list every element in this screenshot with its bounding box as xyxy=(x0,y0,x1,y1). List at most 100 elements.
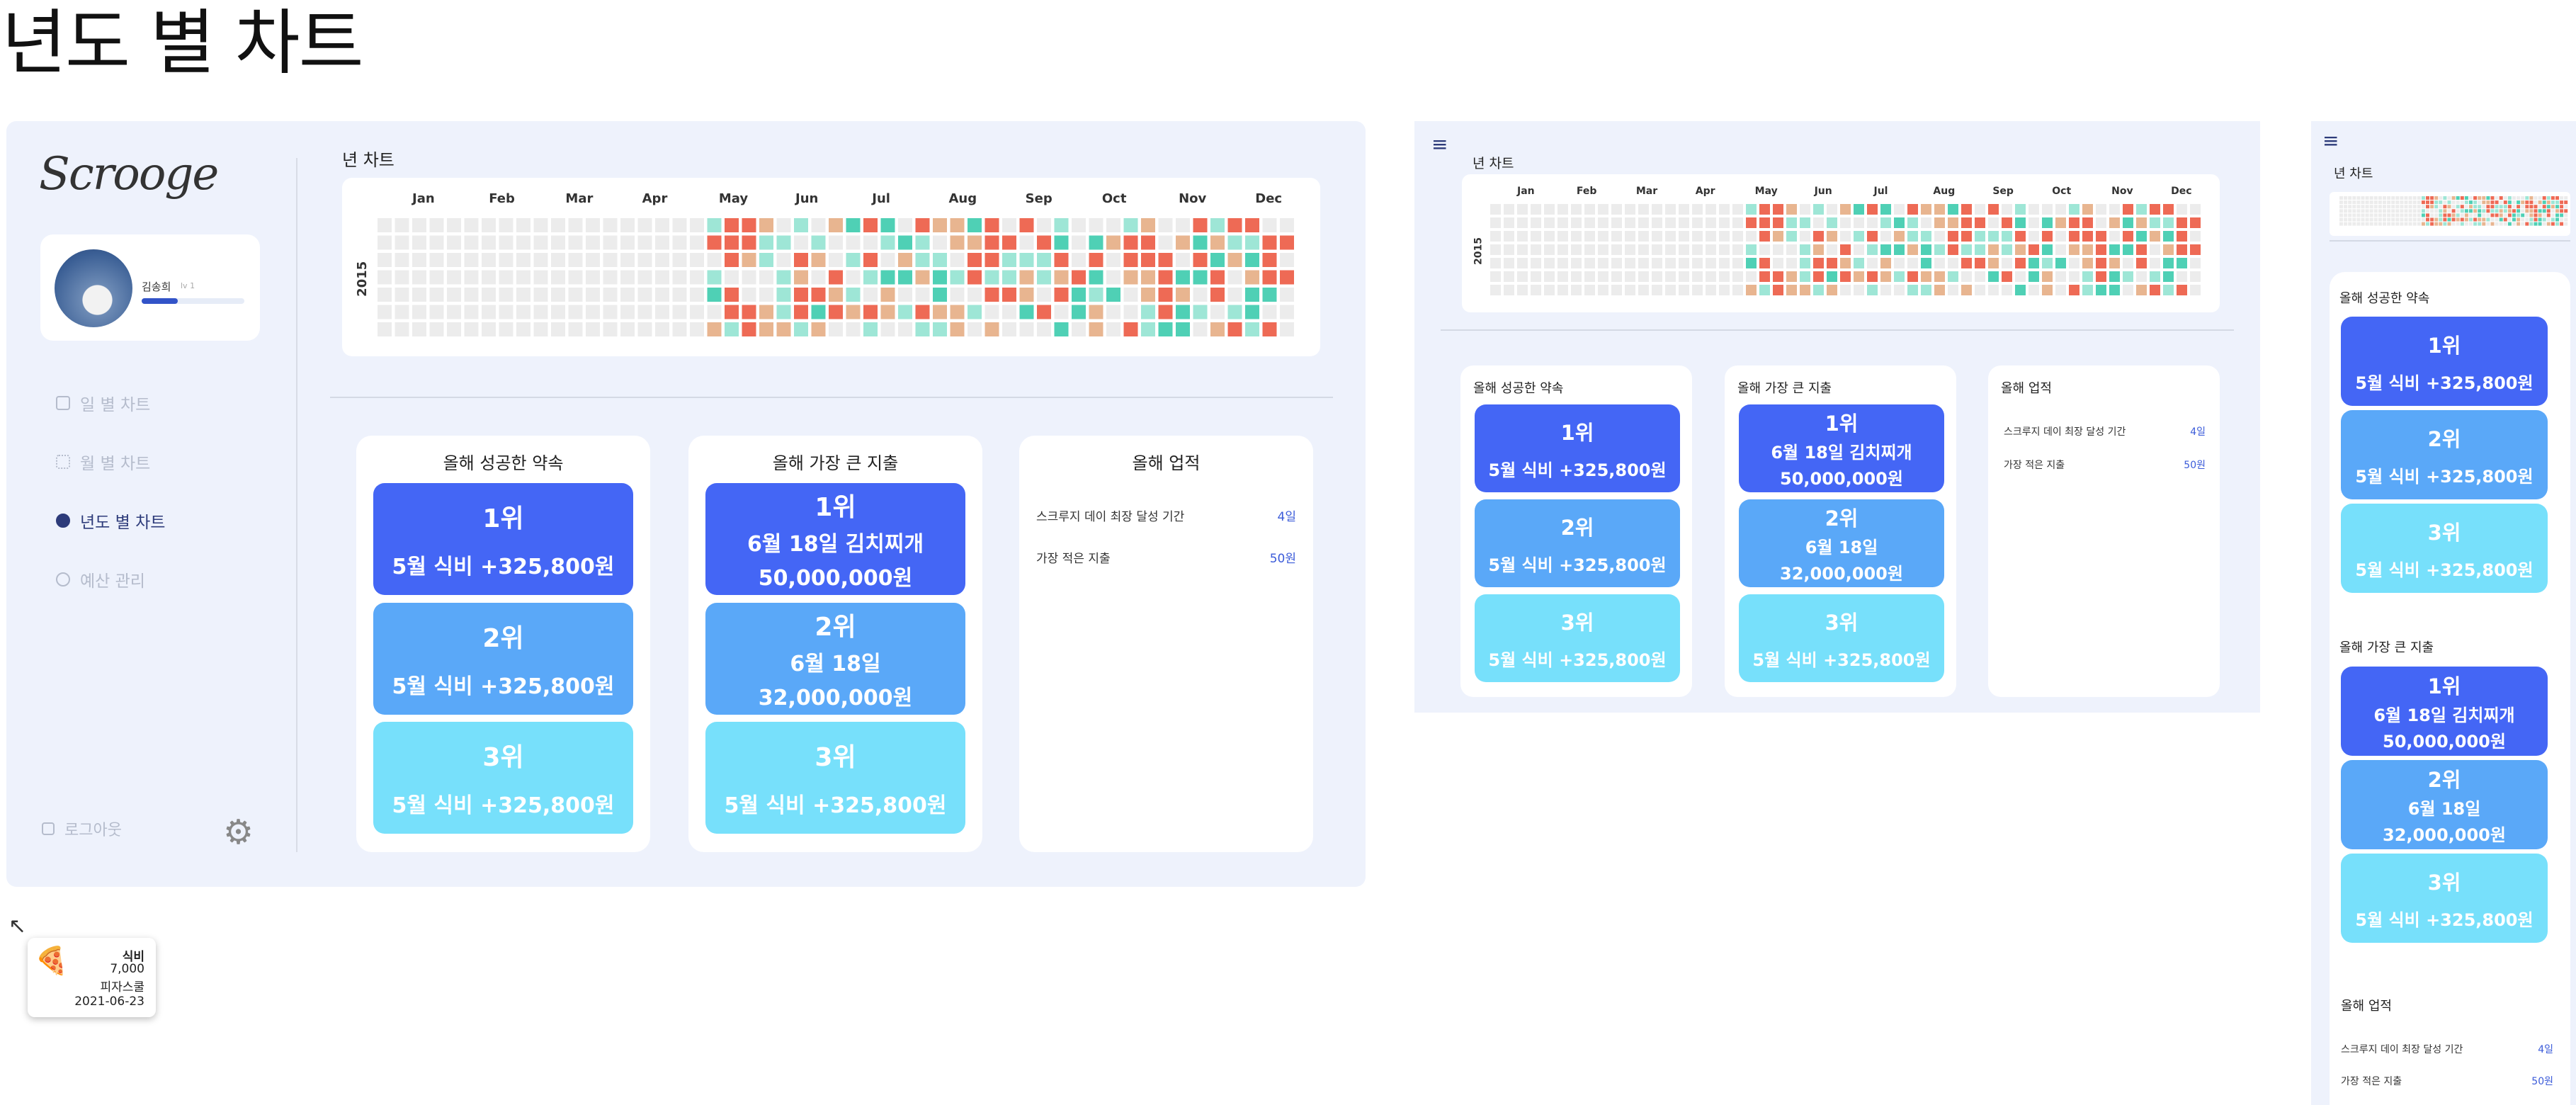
heatmap-cell[interactable] xyxy=(2383,209,2386,213)
heatmap-cell[interactable] xyxy=(1158,270,1173,285)
heatmap-cell[interactable] xyxy=(759,305,773,319)
heatmap-cell[interactable] xyxy=(1280,235,1294,250)
heatmap-cell[interactable] xyxy=(2352,213,2356,217)
heatmap-cell[interactable] xyxy=(1759,204,1770,215)
heatmap-cell[interactable] xyxy=(2512,213,2516,217)
heatmap-cell[interactable] xyxy=(2421,209,2425,213)
heatmap-cell[interactable] xyxy=(968,253,982,267)
heatmap-cell[interactable] xyxy=(2426,213,2429,217)
heatmap-cell[interactable] xyxy=(1961,244,1972,255)
heatmap-cell[interactable] xyxy=(863,235,878,250)
heatmap-cell[interactable] xyxy=(1262,305,1277,319)
heatmap-cell[interactable] xyxy=(846,305,861,319)
promise-rank-1[interactable]: 1위 5월 식비 +325,800원 xyxy=(373,483,633,595)
heatmap-cell[interactable] xyxy=(1679,271,1689,282)
heatmap-cell[interactable] xyxy=(1975,231,1985,242)
heatmap-cell[interactable] xyxy=(2150,231,2160,242)
heatmap-cell[interactable] xyxy=(2529,200,2534,205)
heatmap-cell[interactable] xyxy=(725,270,739,285)
heatmap-cell[interactable] xyxy=(2551,200,2555,205)
heatmap-cell[interactable] xyxy=(1227,305,1242,319)
heatmap-cell[interactable] xyxy=(2408,222,2412,226)
heatmap-cell[interactable] xyxy=(915,322,930,336)
heatmap-cell[interactable] xyxy=(586,218,600,232)
heatmap-cell[interactable] xyxy=(2404,200,2408,205)
heatmap-cell[interactable] xyxy=(429,218,444,232)
heatmap-cell[interactable] xyxy=(2495,222,2499,226)
heatmap-cell[interactable] xyxy=(1531,271,1541,282)
heatmap-cell[interactable] xyxy=(933,305,947,319)
heatmap-cell[interactable] xyxy=(1158,235,1173,250)
heatmap-cell[interactable] xyxy=(1089,270,1103,285)
heatmap-cell[interactable] xyxy=(1827,271,1837,282)
heatmap-cell[interactable] xyxy=(1921,231,1931,242)
heatmap-cell[interactable] xyxy=(1571,204,1582,215)
heatmap-cell[interactable] xyxy=(1732,231,1743,242)
heatmap-cell[interactable] xyxy=(1054,288,1069,302)
heatmap-cell[interactable] xyxy=(1227,253,1242,267)
heatmap-cell[interactable] xyxy=(707,288,722,302)
heatmap-cell[interactable] xyxy=(2369,213,2373,217)
heatmap-cell[interactable] xyxy=(2163,258,2174,268)
heatmap-cell[interactable] xyxy=(620,270,635,285)
heatmap-cell[interactable] xyxy=(794,270,808,285)
heatmap-cell[interactable] xyxy=(1531,231,1541,242)
heatmap-cell[interactable] xyxy=(1948,231,1958,242)
heatmap-cell[interactable] xyxy=(1054,270,1069,285)
heatmap-cell[interactable] xyxy=(2378,196,2382,200)
heatmap-cell[interactable] xyxy=(2344,222,2348,226)
heatmap-cell[interactable] xyxy=(378,288,392,302)
heatmap-cell[interactable] xyxy=(2082,285,2093,295)
heatmap-cell[interactable] xyxy=(1158,288,1173,302)
heatmap-cell[interactable] xyxy=(2482,200,2486,205)
heatmap-cell[interactable] xyxy=(2551,196,2555,200)
heatmap-cell[interactable] xyxy=(1490,271,1501,282)
heatmap-cell[interactable] xyxy=(1072,305,1086,319)
heatmap-cell[interactable] xyxy=(2408,196,2412,200)
heatmap-cell[interactable] xyxy=(2529,196,2534,200)
heatmap-cell[interactable] xyxy=(933,253,947,267)
heatmap-cell[interactable] xyxy=(2473,205,2478,209)
heatmap-cell[interactable] xyxy=(2400,213,2404,217)
heatmap-cell[interactable] xyxy=(2447,196,2451,200)
heatmap-cell[interactable] xyxy=(447,305,461,319)
heatmap-cell[interactable] xyxy=(2542,196,2546,200)
heatmap-cell[interactable] xyxy=(2373,213,2378,217)
heatmap-cell[interactable] xyxy=(2069,204,2079,215)
heatmap-cell[interactable] xyxy=(395,253,409,267)
heatmap-cell[interactable] xyxy=(499,322,514,336)
heatmap-cell[interactable] xyxy=(551,235,565,250)
heatmap-cell[interactable] xyxy=(672,218,687,232)
heatmap-cell[interactable] xyxy=(1988,231,1999,242)
heatmap-cell[interactable] xyxy=(1611,271,1622,282)
heatmap-cell[interactable] xyxy=(1732,258,1743,268)
heatmap-cell[interactable] xyxy=(1907,217,1918,228)
heatmap-cell[interactable] xyxy=(1490,244,1501,255)
heatmap-cell[interactable] xyxy=(1773,217,1783,228)
heatmap-cell[interactable] xyxy=(2443,196,2447,200)
heatmap-cell[interactable] xyxy=(1598,244,1608,255)
heatmap-cell[interactable] xyxy=(2507,209,2512,213)
heatmap-cell[interactable] xyxy=(742,322,756,336)
heatmap-cell[interactable] xyxy=(1706,231,1716,242)
heatmap-cell[interactable] xyxy=(2190,231,2201,242)
heatmap-cell[interactable] xyxy=(2002,231,2012,242)
heatmap-cell[interactable] xyxy=(1019,322,1034,336)
heatmap-cell[interactable] xyxy=(655,288,669,302)
heatmap-cell[interactable] xyxy=(2512,196,2516,200)
heatmap-cell[interactable] xyxy=(1054,322,1069,336)
heatmap-cell[interactable] xyxy=(1921,258,1931,268)
heatmap-cell[interactable] xyxy=(1679,244,1689,255)
heatmap-cell[interactable] xyxy=(1746,285,1757,295)
heatmap-cell[interactable] xyxy=(2430,217,2434,222)
heatmap-cell[interactable] xyxy=(2555,209,2559,213)
heatmap-cell[interactable] xyxy=(429,270,444,285)
heatmap-cell[interactable] xyxy=(2503,213,2507,217)
heatmap-cell[interactable] xyxy=(2096,217,2106,228)
heatmap-cell[interactable] xyxy=(2555,213,2559,217)
heatmap-cell[interactable] xyxy=(1907,244,1918,255)
heatmap-cell[interactable] xyxy=(2456,213,2460,217)
heatmap-cell[interactable] xyxy=(2521,196,2525,200)
heatmap-cell[interactable] xyxy=(2451,217,2456,222)
heatmap-cell[interactable] xyxy=(2373,222,2378,226)
